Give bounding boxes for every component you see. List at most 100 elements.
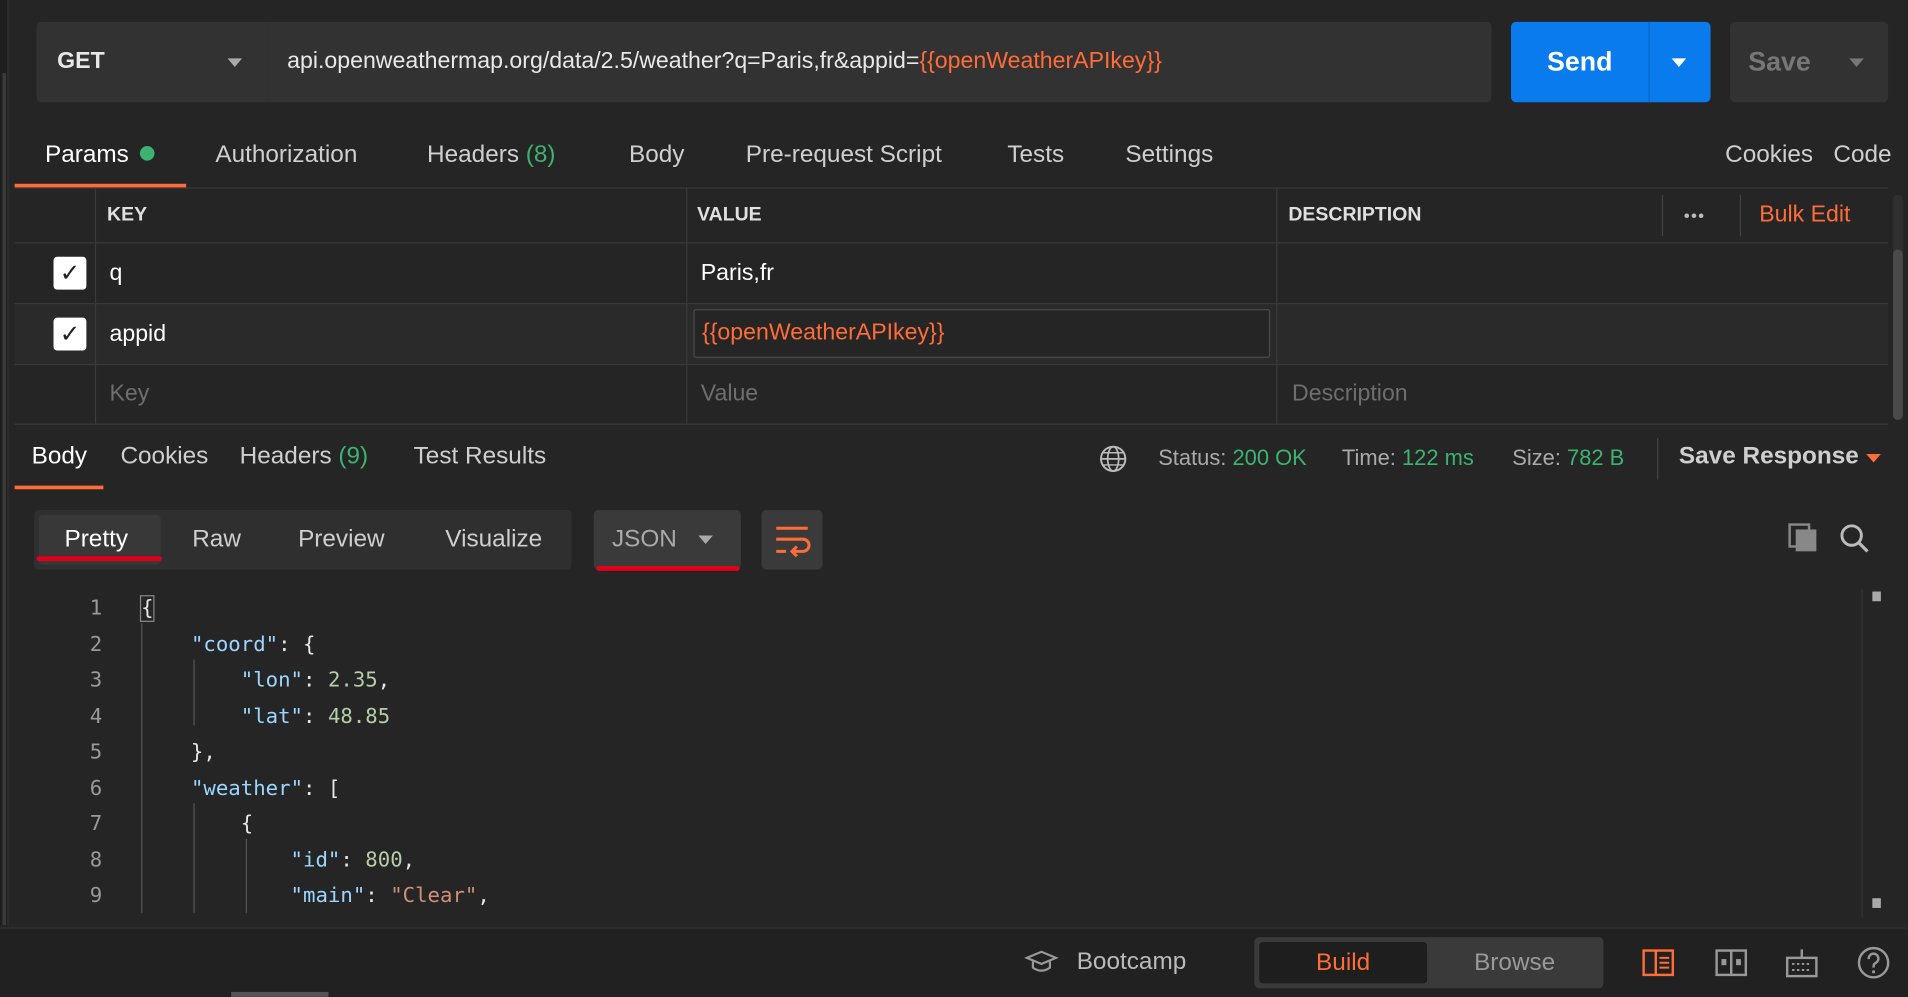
response-body-viewer[interactable]: 1 2 3 4 5 6 7 8 9 { "coord": { "lon": 2.… [0,589,1861,918]
scroll-up-marker[interactable] [1872,591,1881,602]
code-line: "id": 800, [290,848,416,873]
param-key[interactable]: appid [109,304,166,364]
method-label: GET [57,48,105,75]
code-line: { [139,595,155,622]
view-preview[interactable]: Preview [298,510,385,570]
params-scrollbar[interactable] [1893,194,1903,420]
url-input[interactable]: api.openweathermap.org/data/2.5/weather?… [267,21,1492,103]
json-highlight [596,565,740,571]
bulk-edit-link[interactable]: Bulk Edit [1759,187,1850,242]
save-button[interactable]: Save [1730,21,1889,103]
save-response-chevron-icon[interactable] [1866,453,1881,463]
time-label: Time: [1341,445,1396,470]
url-variable: {{openWeatherAPIkey}} [919,48,1162,75]
line-number: 9 [89,883,103,908]
scroll-down-marker[interactable] [1872,898,1881,908]
size-label: Size: [1512,445,1561,470]
line-number: 6 [89,776,103,801]
code-line: "main": "Clear", [290,883,490,908]
size-meta: Size: 782 B [1512,445,1624,471]
save-response-button[interactable]: Save Response [1679,443,1859,471]
keyboard-shortcuts-icon[interactable] [1785,946,1819,980]
param-value[interactable]: Paris,fr [701,243,774,303]
help-icon[interactable] [1857,946,1891,980]
save-label: Save [1748,46,1811,77]
col-description-header: DESCRIPTION [1288,203,1422,225]
split-pane-icon[interactable] [1714,947,1748,979]
code-line: }, [141,739,216,765]
tab-body[interactable]: Body [629,141,684,169]
time-meta: Time: 122 ms [1342,445,1474,471]
tab-tests[interactable]: Tests [1007,141,1064,169]
value-placeholder[interactable]: Value [701,365,758,423]
tab-response-body-underline [14,485,104,490]
table-row[interactable]: ✓ q Paris,fr [14,243,1889,305]
tab-response-headers-label: Headers [239,443,332,470]
params-table: KEY VALUE DESCRIPTION ••• Bulk Edit ✓ q … [14,187,1889,423]
tab-response-headers-count: (9) [338,443,369,470]
save-options-icon[interactable] [1849,58,1864,67]
globe-icon[interactable] [1099,444,1128,473]
search-icon[interactable] [1837,521,1871,555]
cookies-link[interactable]: Cookies [1725,141,1813,169]
url-base: api.openweathermap.org/data/2.5/weather?… [287,48,920,75]
chevron-down-icon [227,58,243,67]
wrap-lines-button[interactable] [761,509,823,570]
tab-response-cookies[interactable]: Cookies [120,443,208,471]
params-active-dot [139,146,155,161]
checkbox-appid[interactable]: ✓ [53,317,87,351]
tab-headers-label: Headers [427,141,520,168]
line-number: 2 [89,632,103,658]
table-row[interactable]: ✓ appid {{openWeatherAPIkey}} [14,304,1889,366]
send-button[interactable]: Send [1511,21,1711,103]
code-line: "coord": { [190,632,316,658]
description-placeholder[interactable]: Description [1292,365,1408,423]
line-number: 3 [89,668,103,693]
status-meta: Status: 200 OK [1158,445,1307,471]
checkbox-q[interactable]: ✓ [53,256,87,290]
view-raw[interactable]: Raw [192,510,241,570]
tab-test-results[interactable]: Test Results [414,443,547,471]
line-number: 7 [89,811,103,837]
line-number: 5 [89,739,103,765]
chevron-down-icon [698,535,713,545]
build-mode-button[interactable]: Build [1259,942,1428,984]
pretty-highlight [36,556,162,562]
copy-icon[interactable] [1786,521,1820,555]
more-options-icon[interactable]: ••• [1684,187,1706,242]
tab-headers[interactable]: Headers (8) [427,141,556,169]
param-key[interactable]: q [109,243,122,303]
browse-mode-button[interactable]: Browse [1431,942,1599,983]
code-line: "lat": 48.85 [240,704,391,730]
format-select[interactable]: JSON [593,509,741,570]
size-value: 782 B [1567,445,1625,470]
tab-prerequest-script[interactable]: Pre-request Script [746,141,942,169]
code-link[interactable]: Code [1833,141,1891,169]
code-line: "weather": [ [190,776,341,801]
tab-response-headers[interactable]: Headers (9) [240,443,369,471]
key-placeholder[interactable]: Key [109,365,149,423]
send-options-icon[interactable] [1671,58,1687,67]
param-value-input[interactable]: {{openWeatherAPIkey}} [693,309,1271,358]
tab-settings[interactable]: Settings [1125,141,1213,169]
send-label: Send [1547,46,1613,77]
col-key-header: KEY [107,203,148,225]
status-label: Status: [1158,445,1227,470]
table-row-empty[interactable]: Key Value Description [15,365,1889,423]
line-number: 1 [89,596,103,621]
tab-authorization[interactable]: Authorization [215,141,357,169]
wrap-lines-icon [776,526,811,558]
bootcamp-link[interactable]: Bootcamp [1077,948,1187,976]
method-select[interactable]: GET [36,21,268,103]
format-label: JSON [611,525,677,553]
horizontal-scroll-thumb[interactable] [231,991,329,997]
view-visualize[interactable]: Visualize [445,510,542,570]
col-value-header: VALUE [697,203,762,225]
graduation-cap-icon [1024,950,1059,972]
tab-params[interactable]: Params [45,141,155,169]
status-value: 200 OK [1232,445,1307,470]
status-bar: Bootcamp Build Browse [0,927,1908,997]
line-number: 8 [89,848,103,873]
tab-response-body[interactable]: Body [32,443,87,471]
two-pane-view-icon[interactable] [1641,947,1675,979]
